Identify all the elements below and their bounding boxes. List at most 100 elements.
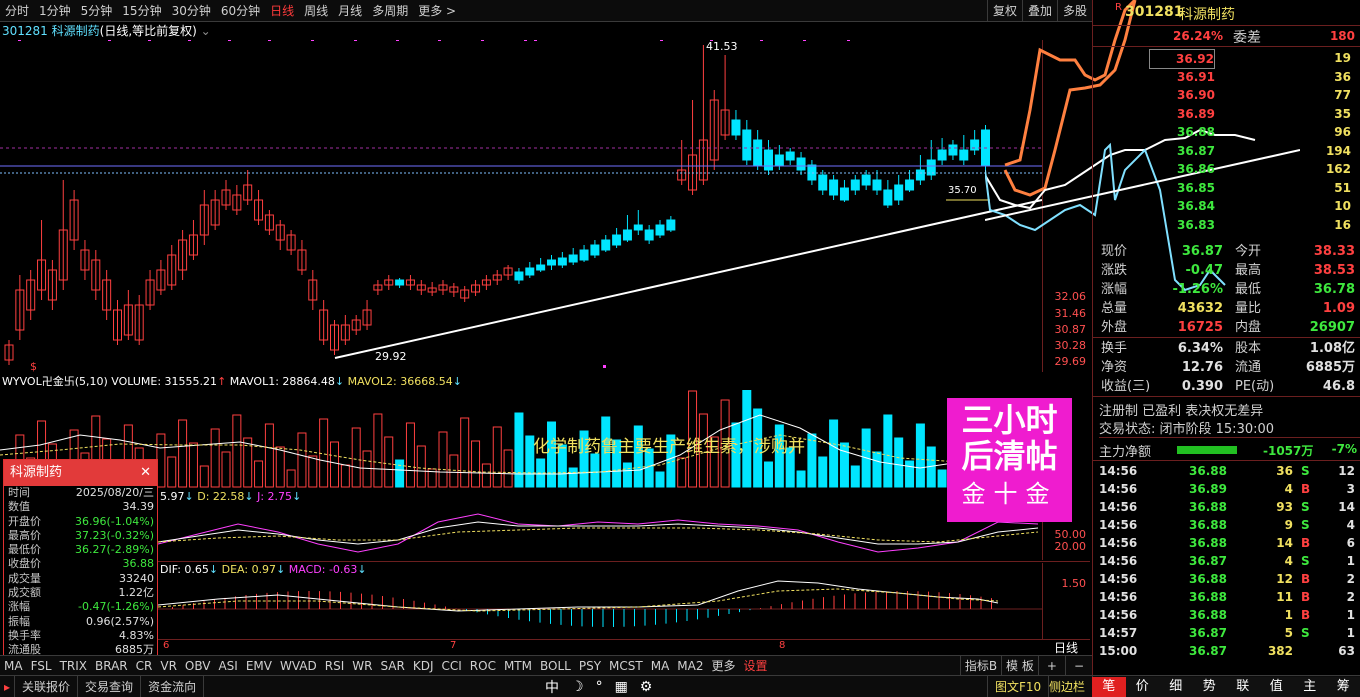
trade-query-button[interactable]: 交易查询 (78, 675, 142, 697)
promo-sticker[interactable]: 三小时 后清帖 金十金 (947, 398, 1072, 522)
period-tab[interactable]: 周线 (299, 0, 333, 22)
order-book-level[interactable]: 36.90 77 (1101, 86, 1353, 104)
month-mark: 8 (779, 640, 786, 651)
popup-header: 科源制药 ✕ (4, 460, 157, 486)
caret-icon[interactable]: ▸ (0, 675, 16, 697)
indicator-tab[interactable]: FSL (27, 656, 56, 676)
indicator-tab[interactable]: ROC (466, 656, 500, 676)
level-price: 36.87 (1177, 143, 1215, 158)
panel-tab[interactable]: 价 (1125, 677, 1159, 697)
period-tab[interactable]: 分时 (0, 0, 34, 22)
f10-button[interactable]: 图文F10 (987, 675, 1050, 697)
tick-row: 14:56 36.88 9 S 4 (1093, 516, 1360, 534)
keyboard-icon[interactable]: ▦ (615, 679, 628, 695)
period-tab[interactable]: 30分钟 (167, 0, 216, 22)
indicator-tab[interactable]: RSI (321, 656, 349, 676)
order-book-level[interactable]: 36.84 10 (1101, 197, 1353, 215)
tick-row: 14:56 36.88 11 B 2 (1093, 588, 1360, 606)
indicator-tab[interactable]: CCI (437, 656, 465, 676)
order-book-level[interactable]: 36.83 16 (1101, 216, 1353, 234)
indicator-tab[interactable]: MA2 (673, 656, 707, 676)
quote-key: 今开 (1235, 244, 1262, 259)
period-tab[interactable]: 1分钟 (34, 0, 76, 22)
period-tab[interactable]: 15分钟 (117, 0, 166, 22)
indicator-tab[interactable]: SAR (376, 656, 408, 676)
volume-bar (905, 460, 915, 488)
popup-value: 1.22亿 (118, 586, 155, 600)
period-tab[interactable]: 日线 (265, 0, 299, 22)
tick-time: 14:57 (1099, 626, 1138, 640)
period-tab[interactable]: 5分钟 (76, 0, 118, 22)
candlestick-chart[interactable]: 41.53 29.92 35.70 $ (0, 40, 1042, 372)
indicator-tab[interactable]: CR (132, 656, 157, 676)
indicator-tab[interactable]: 设置 (740, 656, 772, 676)
gear-icon[interactable]: ⚙ (640, 679, 653, 695)
indicator-tab[interactable]: MA (647, 656, 674, 676)
indicator-tab[interactable]: MA (0, 656, 27, 676)
order-book-level[interactable]: 36.92 19 (1101, 49, 1353, 69)
tick-row: 14:56 36.88 93 S 14 (1093, 498, 1360, 516)
panel-tab[interactable]: 联 (1226, 677, 1260, 697)
template-button[interactable]: 模 板 (1001, 655, 1038, 676)
period-tab[interactable]: 更多 > (413, 0, 461, 22)
linked-quote-button[interactable]: 关联报价 (15, 675, 79, 697)
panel-tab[interactable]: 笔 (1092, 677, 1126, 697)
order-book-level[interactable]: 36.89 35 (1101, 105, 1353, 123)
indicator-tab[interactable]: WVAD (276, 656, 321, 676)
indicator-tab[interactable]: BOLL (536, 656, 575, 676)
candle-body (905, 179, 915, 191)
period-tab[interactable]: 月线 (333, 0, 367, 22)
tick-price: 36.87 (1189, 554, 1227, 568)
punctuation-icon[interactable]: ° (596, 679, 603, 695)
indicator-tab[interactable]: 更多 (707, 656, 739, 676)
panel-tab[interactable]: 势 (1192, 677, 1226, 697)
level-volume: 194 (1325, 143, 1351, 158)
order-book-level[interactable]: 36.91 36 (1101, 68, 1353, 86)
macd-chart[interactable] (158, 577, 1042, 637)
zoom-in-button[interactable]: + (1037, 655, 1065, 676)
candle-body (774, 154, 784, 166)
panel-tab[interactable]: 细 (1159, 677, 1193, 697)
tick-count: 12 (1338, 464, 1355, 478)
indicator-tab[interactable]: KDJ (409, 656, 438, 676)
order-book-level[interactable]: 36.88 96 (1101, 123, 1353, 141)
zoom-out-button[interactable]: − (1064, 655, 1092, 676)
indicator-tab[interactable]: MTM (500, 656, 536, 676)
indicator-tab[interactable]: OBV (181, 656, 215, 676)
sidebar-button[interactable]: 侧边栏 (1042, 675, 1094, 697)
quote-title: R 301281 科源制药 (1093, 0, 1360, 26)
order-book-level[interactable]: 36.87 194 (1101, 142, 1353, 160)
weibi-row: 26.24% 委差 180 (1093, 27, 1360, 47)
order-book-level[interactable]: 36.85 51 (1101, 179, 1353, 197)
indicator-tab[interactable]: WR (348, 656, 376, 676)
indicator-tab[interactable]: PSY (575, 656, 605, 676)
panel-tab[interactable]: 筹 (1326, 677, 1360, 697)
popup-key: 时间 (8, 486, 30, 499)
panel-tab[interactable]: 值 (1259, 677, 1293, 697)
mavol1-value: MAVOL1: 28864.48 (229, 375, 335, 388)
stat-key: 净资 (1101, 360, 1128, 375)
indicator-b-button[interactable]: 指标B (959, 655, 1001, 676)
panel-tab[interactable]: 主 (1293, 677, 1327, 697)
period-tab[interactable]: 60分钟 (216, 0, 265, 22)
indicator-tab[interactable]: BRAR (91, 656, 132, 676)
popup-key: 最低价 (8, 543, 41, 557)
period-tab[interactable]: 多周期 (367, 0, 413, 22)
data-popup[interactable]: 科源制药 ✕ 时间 2025/08/20/三 数值 34.39 开盘价 36.96(-1.… (3, 459, 158, 671)
indicator-tab[interactable]: VR (156, 656, 181, 676)
kdj-chart[interactable] (158, 504, 1042, 560)
indicator-tab[interactable]: MCST (605, 656, 647, 676)
volume-bar (232, 414, 242, 488)
close-icon[interactable]: ✕ (140, 460, 151, 486)
indicator-tab[interactable]: EMV (242, 656, 276, 676)
chevron-down-icon[interactable]: ⌄ (201, 24, 211, 38)
macd-header: DIF: 0.65↓ DEA: 0.97↓ MACD: -0.63↓ (160, 563, 367, 576)
order-book-level[interactable]: 36.86 162 (1101, 160, 1353, 178)
fund-flow-button[interactable]: 资金流向 (141, 675, 205, 697)
indicator-tab[interactable]: TRIX (56, 656, 91, 676)
moon-icon[interactable]: ☽ (571, 679, 584, 695)
day-line-label[interactable]: 日线 (1054, 639, 1078, 656)
tick-price: 36.88 (1189, 518, 1227, 532)
indicator-tab[interactable]: ASI (214, 656, 241, 676)
ime-chinese-icon[interactable]: 中 (545, 677, 559, 697)
